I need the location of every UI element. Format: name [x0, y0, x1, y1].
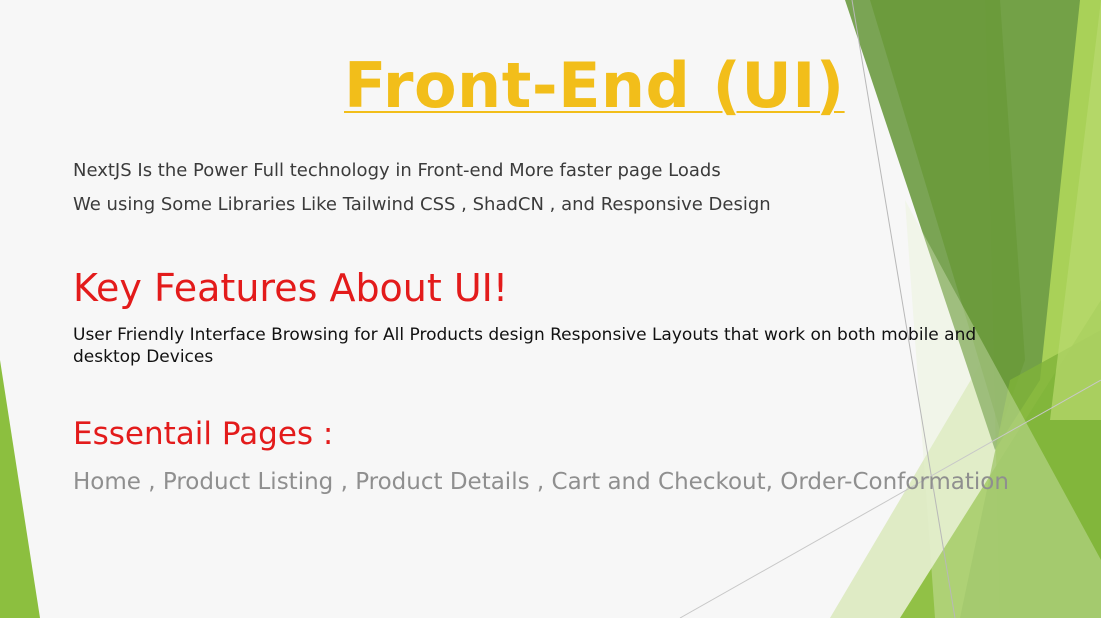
- essential-pages-heading: Essentail Pages :: [73, 416, 334, 452]
- key-features-text: User Friendly Interface Browsing for All…: [73, 325, 977, 367]
- slide: Front-End (UI) NextJS Is the Power Full …: [0, 0, 1101, 618]
- key-features-heading: Key Features About UI!: [73, 266, 509, 310]
- intro-line-libraries: We using Some Libraries Like Tailwind CS…: [73, 194, 771, 215]
- intro-line-nextjs: NextJS Is the Power Full technology in F…: [73, 160, 721, 181]
- left-green-sliver: [0, 360, 40, 618]
- slide-title: Front-End (UI): [344, 49, 845, 122]
- essential-pages-list: Home , Product Listing , Product Details…: [73, 469, 1009, 495]
